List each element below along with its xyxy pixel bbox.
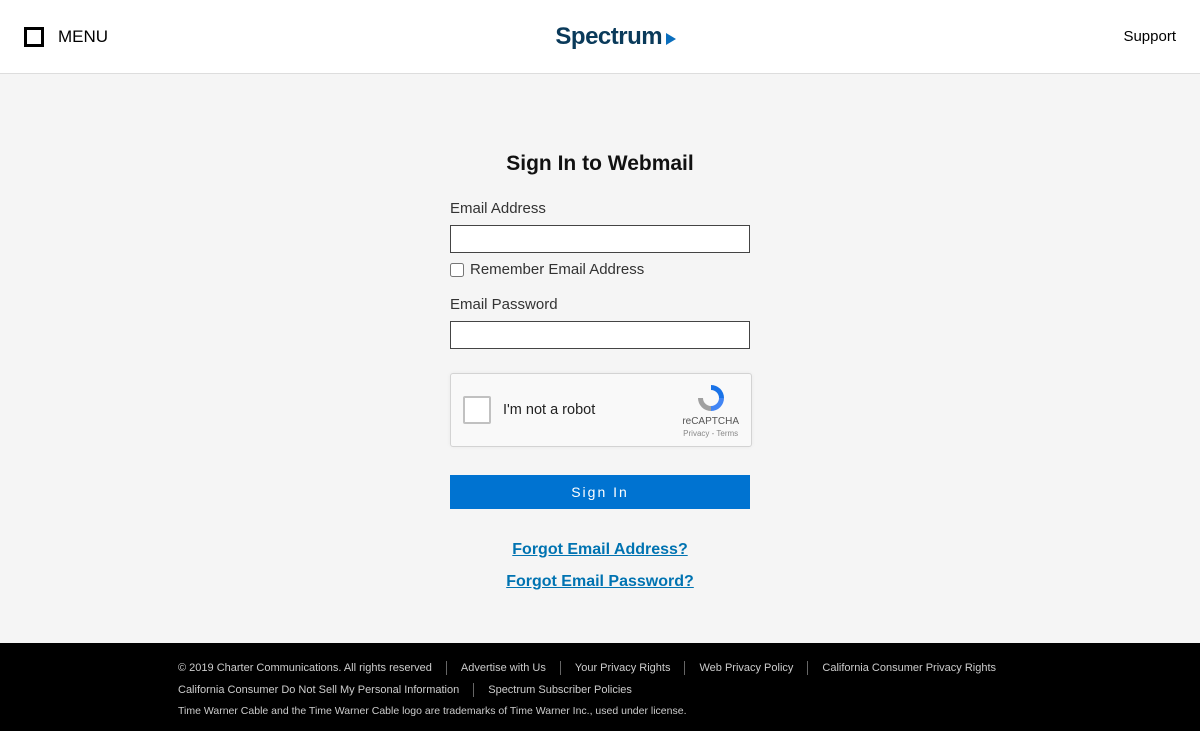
- footer-link-advertise[interactable]: Advertise with Us: [461, 662, 546, 674]
- footer-link: Spectrum Subscriber Policies: [474, 683, 646, 697]
- footer-link-web-privacy[interactable]: Web Privacy Policy: [699, 662, 793, 674]
- footer-copyright: © 2019 Charter Communications. All right…: [178, 661, 447, 675]
- remember-checkbox[interactable]: [450, 263, 464, 277]
- email-label: Email Address: [450, 200, 750, 217]
- recaptcha-icon: [695, 382, 727, 414]
- footer-link: Advertise with Us: [447, 661, 561, 675]
- forgot-email-link[interactable]: Forgot Email Address?: [450, 541, 750, 559]
- forgot-password-link[interactable]: Forgot Email Password?: [450, 573, 750, 591]
- menu-icon: [24, 27, 44, 47]
- brand-logo[interactable]: Spectrum: [555, 23, 676, 51]
- footer-row-2: California Consumer Do Not Sell My Perso…: [178, 683, 1022, 697]
- footer-link: Web Privacy Policy: [685, 661, 808, 675]
- form-title: Sign In to Webmail: [450, 152, 750, 176]
- recaptcha-brand-text: reCAPTCHA: [682, 416, 739, 427]
- remember-label: Remember Email Address: [470, 261, 644, 278]
- footer: © 2019 Charter Communications. All right…: [0, 643, 1200, 731]
- recaptcha-checkbox[interactable]: [463, 396, 491, 424]
- remember-row: Remember Email Address: [450, 261, 750, 278]
- footer-link: California Consumer Do Not Sell My Perso…: [178, 683, 474, 697]
- recaptcha-widget: I'm not a robot reCAPTCHA Privacy - Term…: [450, 373, 752, 447]
- footer-trademark: Time Warner Cable and the Time Warner Ca…: [178, 705, 1022, 717]
- footer-link-subscriber-policies[interactable]: Spectrum Subscriber Policies: [488, 684, 632, 696]
- signin-form: Sign In to Webmail Email Address Remembe…: [450, 152, 750, 643]
- menu-button[interactable]: MENU: [24, 27, 108, 47]
- footer-link-ccpa-rights[interactable]: California Consumer Privacy Rights: [822, 662, 996, 674]
- signin-button[interactable]: Sign In: [450, 475, 750, 509]
- password-input[interactable]: [450, 321, 750, 349]
- password-label: Email Password: [450, 296, 750, 313]
- recaptcha-branding: reCAPTCHA Privacy - Terms: [682, 382, 739, 438]
- footer-link: Your Privacy Rights: [561, 661, 686, 675]
- email-input[interactable]: [450, 225, 750, 253]
- recaptcha-legal-text: Privacy - Terms: [683, 429, 738, 438]
- recaptcha-label: I'm not a robot: [503, 402, 670, 418]
- footer-link-ccpa-do-not-sell[interactable]: California Consumer Do Not Sell My Perso…: [178, 684, 459, 696]
- footer-link-privacy-rights[interactable]: Your Privacy Rights: [575, 662, 671, 674]
- support-link[interactable]: Support: [1123, 28, 1176, 45]
- play-triangle-icon: [666, 33, 676, 45]
- header: MENU Spectrum Support: [0, 0, 1200, 74]
- menu-label: MENU: [58, 27, 108, 47]
- footer-link: California Consumer Privacy Rights: [808, 661, 1010, 675]
- footer-row-1: © 2019 Charter Communications. All right…: [178, 661, 1022, 675]
- main-content: Sign In to Webmail Email Address Remembe…: [0, 74, 1200, 643]
- brand-logo-text: Spectrum: [555, 23, 662, 51]
